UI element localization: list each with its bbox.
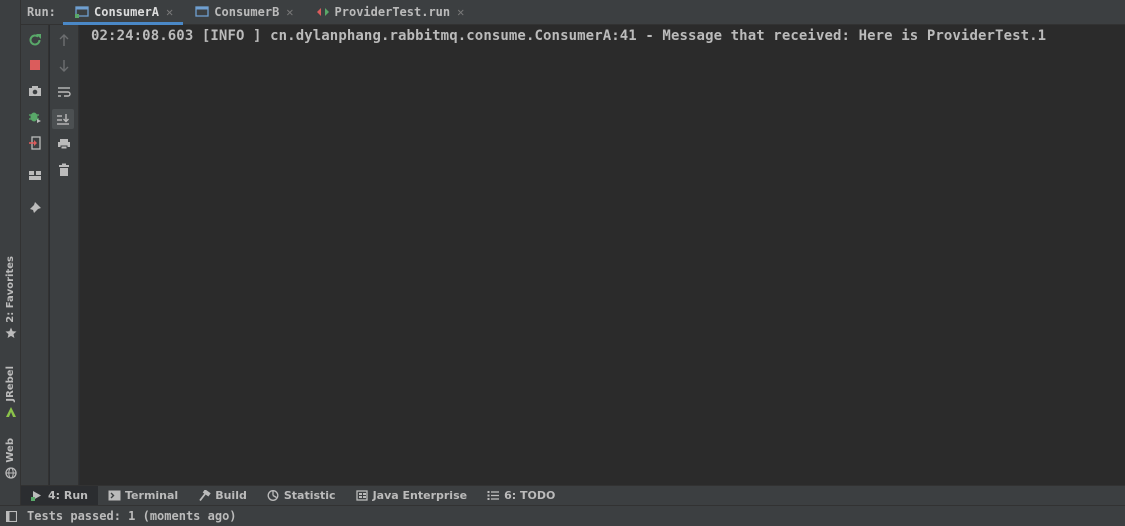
application-icon <box>195 6 209 17</box>
run-icon <box>31 491 41 501</box>
tab-label: ConsumerB <box>214 5 280 19</box>
pin-tab-button[interactable] <box>27 200 43 216</box>
tool-tab-label: 4: Run <box>48 489 89 502</box>
tool-tab-terminal[interactable]: Terminal <box>98 486 188 505</box>
tab-consumer-a[interactable]: ConsumerA ✕ <box>63 0 184 25</box>
close-icon[interactable]: ✕ <box>457 5 464 19</box>
tab-provider-test-run[interactable]: ProviderTest.run ✕ <box>304 0 475 24</box>
camera-icon <box>29 86 41 96</box>
favorites-tab[interactable]: 2: Favorites <box>0 256 21 339</box>
tool-tab-todo[interactable]: 6: TODO <box>477 486 565 505</box>
tool-tab-label: 6: TODO <box>504 489 556 502</box>
tool-tab-label: Statistic <box>283 489 336 502</box>
tool-tab-java-enterprise[interactable]: Java Enterprise <box>346 486 478 505</box>
tab-label: ConsumerA <box>94 5 160 19</box>
tool-window-bar: 4: Run Terminal Build Statistic Java Ent… <box>21 485 1125 505</box>
bug-icon <box>29 112 41 123</box>
next-occurrence-button[interactable] <box>56 58 72 74</box>
status-bar: Tests passed: 1 (moments ago) <box>0 505 1125 526</box>
layout-icon <box>29 171 41 180</box>
globe-icon <box>4 466 17 479</box>
tool-tab-label: Terminal <box>125 489 179 502</box>
soft-wrap-icon <box>58 87 71 97</box>
left-tool-strip: 2: Favorites JRebel Web <box>0 0 21 526</box>
hammer-icon <box>199 490 211 501</box>
tab-consumer-b[interactable]: ConsumerB ✕ <box>183 0 303 24</box>
tool-tab-statistic[interactable]: Statistic <box>257 486 346 505</box>
todo-list-icon <box>487 491 500 500</box>
jrebel-tab[interactable]: JRebel <box>0 366 21 418</box>
star-icon <box>5 327 16 338</box>
arrow-down-icon <box>59 60 69 72</box>
web-tab[interactable]: Web <box>0 438 21 479</box>
previous-occurrence-button[interactable] <box>56 32 72 48</box>
console-toolbar <box>50 25 79 485</box>
scroll-to-end-icon <box>57 114 69 125</box>
tab-label: ProviderTest.run <box>334 5 451 19</box>
status-message: Tests passed: 1 (moments ago) <box>27 509 237 523</box>
web-tab-label: Web <box>5 438 16 463</box>
tool-tab-label: Java Enterprise <box>372 489 468 502</box>
toggle-tool-windows-icon[interactable] <box>6 510 17 522</box>
debug-button[interactable] <box>27 109 43 125</box>
statistic-icon <box>267 490 279 501</box>
stop-button[interactable] <box>27 57 43 73</box>
tool-tab-label: Build <box>215 489 247 502</box>
trash-icon <box>59 163 69 176</box>
run-tab-bar: Run: ConsumerA ✕ ConsumerB ✕ ProviderTes… <box>21 0 1125 25</box>
run-label: Run: <box>27 5 56 19</box>
test-icon <box>316 8 329 16</box>
console-output[interactable]: 02:24:08.603 [INFO ] cn.dylanphang.rabbi… <box>80 25 1125 485</box>
terminal-icon <box>108 490 121 501</box>
tool-tab-build[interactable]: Build <box>188 486 257 505</box>
exit-button[interactable] <box>27 135 43 151</box>
application-icon <box>75 6 89 18</box>
arrow-up-icon <box>59 34 69 46</box>
close-icon[interactable]: ✕ <box>166 5 173 19</box>
pin-icon <box>29 202 41 214</box>
soft-wrap-button[interactable] <box>56 84 72 100</box>
tool-tab-run[interactable]: 4: Run <box>21 486 99 505</box>
java-enterprise-icon <box>355 490 368 501</box>
print-button[interactable] <box>56 136 72 152</box>
run-toolbar <box>21 25 49 485</box>
clear-all-button[interactable] <box>56 162 72 178</box>
jrebel-icon <box>5 406 16 417</box>
dump-threads-button[interactable] <box>27 83 43 99</box>
printer-icon <box>58 139 70 150</box>
restore-layout-button[interactable] <box>27 167 43 183</box>
jrebel-tab-label: JRebel <box>5 366 16 402</box>
scroll-to-end-button[interactable] <box>52 109 74 129</box>
console-line: 02:24:08.603 [INFO ] cn.dylanphang.rabbi… <box>91 28 1047 44</box>
rerun-button[interactable] <box>27 32 43 48</box>
exit-icon <box>29 136 41 150</box>
favorites-tab-label: 2: Favorites <box>5 256 16 323</box>
close-icon[interactable]: ✕ <box>286 5 293 19</box>
rerun-icon <box>29 34 41 46</box>
stop-icon <box>30 60 40 70</box>
